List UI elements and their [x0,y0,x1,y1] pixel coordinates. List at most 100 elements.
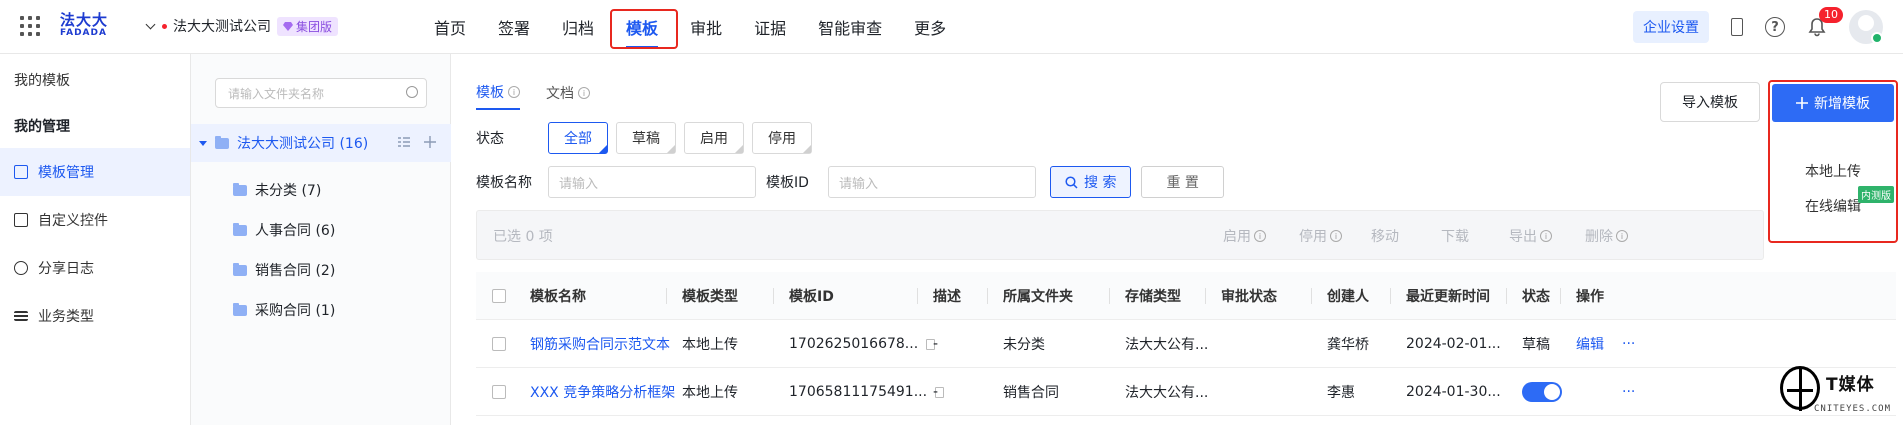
controls-icon [14,213,28,227]
app-grid-icon[interactable] [20,16,40,36]
tab-documents[interactable]: 文档 i [546,82,590,110]
status-toggle[interactable] [1522,382,1562,402]
edit-link[interactable]: 编辑 [1576,320,1604,368]
status-disabled-chip[interactable]: 停用 [752,122,812,154]
folder-item[interactable]: 未分类 (7) [233,175,321,205]
bulk-export[interactable]: 导出 i [1509,226,1552,246]
import-template-button[interactable]: 导入模板 [1660,82,1760,122]
template-name-link[interactable]: 钢筋采购合同示范文本 [530,320,670,368]
status-enabled-chip[interactable]: 启用 [684,122,744,154]
sort-icon[interactable] [397,135,411,149]
nav-evidence[interactable]: 证据 [738,0,802,54]
template-folder: 未分类 [1003,337,1045,353]
nav-approval[interactable]: 审批 [674,0,738,54]
row-select-cell [492,368,506,416]
column-header: 创建人 [1327,289,1369,305]
template-table: 模板名称 模板类型 模板ID 描述 所属文件夹 存储类型 审批状态 创建人 最近… [476,272,1896,416]
folder-item[interactable]: 人事合同 (6) [233,215,335,245]
folder-item[interactable]: 销售合同 (2) [233,255,335,285]
bulk-download[interactable]: 下载 [1441,226,1469,246]
fadada-logo[interactable]: 法大大 FADADA [60,12,110,42]
input-placeholder: 请输入 [559,176,599,192]
column-divider [1560,288,1561,304]
template-name-input[interactable]: 请输入 [548,166,756,198]
sidebar-heading-my-templates[interactable]: 我的模板 [0,54,190,100]
folder-item-label: 人事合同 (6) [255,223,336,239]
folder-icon [233,222,247,236]
more-actions-button[interactable]: ··· [1622,320,1635,368]
folder-icon [233,302,247,316]
edition-badge-label: 集团版 [296,19,333,34]
tab-templates[interactable]: 模板 i [476,82,520,110]
reset-button[interactable]: 重 置 [1141,166,1224,198]
sidebar-item-template-management[interactable]: 模板管理 [0,148,190,196]
folder-tools [397,135,437,149]
nav-templates[interactable]: 模板 [610,0,679,54]
left-sidebar: 我的模板 我的管理 模板管理 自定义控件 分享日志 业务类型 [0,54,191,425]
template-updated: 2024-01-30... [1406,384,1501,400]
select-all-cell [492,272,506,320]
status-all-chip[interactable]: 全部 [548,122,608,154]
folder-item[interactable]: 采购合同 (1) [233,295,335,325]
table-row[interactable]: 钢筋采购合同示范文本 本地上传 1702625016678... - 未分类 法… [476,320,1896,368]
bulk-delete[interactable]: 删除 i [1585,226,1628,246]
info-icon: i [1540,230,1552,242]
dropdown-highlight [1768,80,1898,243]
column-divider [1109,288,1110,304]
template-id-label: 模板ID [766,175,809,191]
template-desc: - [933,336,939,352]
main-nav: 首页 签署 归档 模板 审批 证据 智能审查 更多 [418,0,962,54]
row-checkbox[interactable] [492,337,506,351]
more-actions-button[interactable]: ··· [1622,368,1635,416]
folder-item-label: 未分类 (7) [255,183,322,199]
nav-archive[interactable]: 归档 [546,0,610,54]
status-draft-chip[interactable]: 草稿 [616,122,676,154]
select-all-checkbox[interactable] [492,289,506,303]
template-id-input[interactable]: 请输入 [828,166,1036,198]
enterprise-settings-button[interactable]: 企业设置 [1633,11,1709,43]
info-icon[interactable]: i [578,87,590,99]
mobile-icon[interactable] [1731,18,1743,36]
column-divider [773,288,774,304]
list-icon [14,311,28,321]
company-switcher[interactable]: 法大大测试公司 集团版 [146,16,339,36]
row-select-cell [492,320,506,368]
notification-button[interactable]: 10 [1807,7,1843,37]
template-updated: 2024-02-01... [1406,336,1501,352]
table-row[interactable]: XXX 竞争策略分析框架 本地上传 17065811175491... - 销售… [476,368,1896,416]
template-id-cell: 1702625016678... [789,320,936,368]
caret-down-icon[interactable] [199,140,207,146]
bulk-move[interactable]: 移动 [1371,226,1399,246]
folder-panel: 请输入文件夹名称 法大大测试公司 (16) 未分类 (7) 人事合同 (6) 销… [191,54,451,425]
add-icon[interactable] [423,135,437,149]
chevron-down-icon [146,21,156,31]
edition-badge: 集团版 [277,16,339,36]
nav-sign[interactable]: 签署 [482,0,546,54]
diamond-icon [283,21,293,31]
bulk-enable[interactable]: 启用 i [1223,226,1266,246]
bulk-disable[interactable]: 停用 i [1299,226,1342,246]
column-divider [987,288,988,304]
column-divider [666,288,667,304]
nav-home[interactable]: 首页 [418,0,482,54]
search-button[interactable]: 搜 索 [1050,166,1132,198]
folder-root[interactable]: 法大大测试公司 (16) [191,124,451,162]
info-icon[interactable]: i [508,86,520,98]
bulk-enable-label: 启用 [1223,229,1251,245]
watermark-text-en: CNITEYES.COM [1814,404,1892,414]
sidebar-item-business-types[interactable]: 业务类型 [0,292,190,340]
column-divider [1390,288,1391,304]
column-header: 存储类型 [1125,289,1181,305]
template-name-link[interactable]: XXX 竞争策略分析框架 [530,368,675,416]
bulk-action-bar: 已选 0 项 启用 i 停用 i 移动 下载 导出 i 删除 i [476,210,1764,260]
nav-more[interactable]: 更多 [898,0,962,54]
row-checkbox[interactable] [492,385,506,399]
help-icon[interactable]: ? [1765,17,1785,37]
folder-search-input[interactable]: 请输入文件夹名称 [215,78,427,108]
nav-smart-review[interactable]: 智能审查 [802,0,898,54]
clock-icon [14,261,28,275]
sidebar-item-custom-controls[interactable]: 自定义控件 [0,196,190,244]
column-header: 所属文件夹 [1003,289,1073,305]
sidebar-item-share-log[interactable]: 分享日志 [0,244,190,292]
search-icon [406,86,418,98]
